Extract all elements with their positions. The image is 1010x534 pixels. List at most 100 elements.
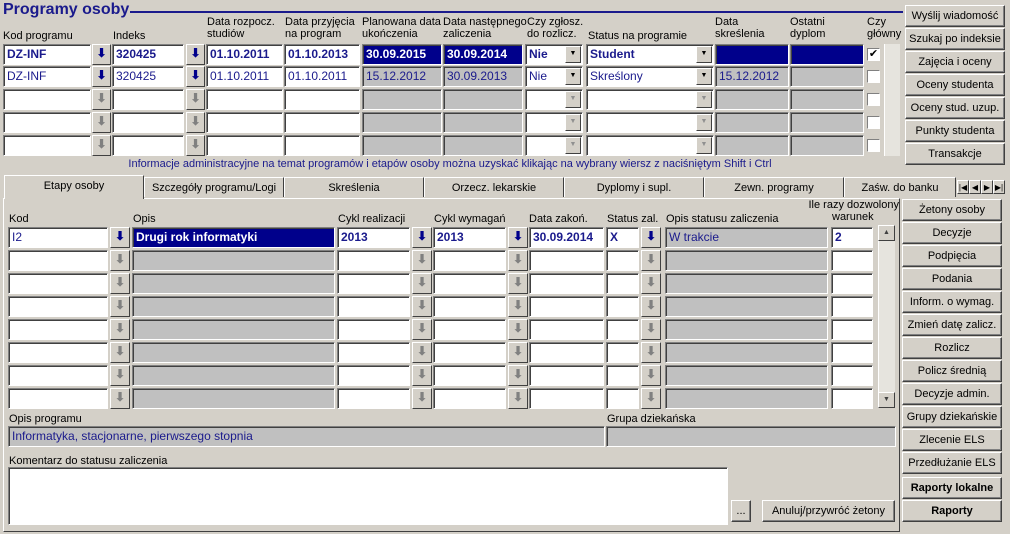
etap-opis-field[interactable] <box>132 250 335 271</box>
first-tab-icon[interactable]: |◀ <box>957 180 969 194</box>
opis-programu-field[interactable]: Informatyka, stacjonarne, pierwszego sto… <box>8 426 605 447</box>
last-tab-icon[interactable]: ▶| <box>993 180 1005 194</box>
etap-kod-field[interactable] <box>8 250 108 271</box>
row4-dyplom-field[interactable] <box>790 112 864 133</box>
etap-kod-field[interactable] <box>8 319 108 340</box>
inform-o-wymag-button[interactable]: Inform. o wymag. <box>902 291 1002 313</box>
etap-cykl-wym-field[interactable]: 2013 <box>433 227 506 248</box>
etap-data-zak-field[interactable] <box>529 319 604 340</box>
next-tab-icon[interactable]: ▶ <box>981 180 993 194</box>
etap-status-zal-field[interactable] <box>606 365 639 386</box>
etap-status-zal-field[interactable] <box>606 250 639 271</box>
chevron-down-icon[interactable]: ▼ <box>696 91 712 108</box>
row5-zglosz-select[interactable]: ▼ <box>525 135 583 156</box>
chevron-down-icon[interactable]: ▼ <box>696 114 712 131</box>
row1-indeks-field[interactable]: 320425 <box>112 44 184 65</box>
download-arrow-icon[interactable]: ⬇ <box>92 135 111 156</box>
row3-kod-field[interactable] <box>3 89 91 110</box>
student-grades-button[interactable]: Oceny studenta <box>905 74 1005 96</box>
row4-skresl-field[interactable] <box>715 112 789 133</box>
download-arrow-icon[interactable]: ⬇ <box>508 319 528 340</box>
komentarz-textarea[interactable] <box>8 467 728 525</box>
download-arrow-icon[interactable]: ⬇ <box>412 319 432 340</box>
row4-kod-field[interactable] <box>3 112 91 133</box>
row5-nast-field[interactable] <box>443 135 523 156</box>
etap-cykl-real-field[interactable] <box>337 296 410 317</box>
download-arrow-icon[interactable]: ⬇ <box>110 273 130 294</box>
row5-dyplom-field[interactable] <box>790 135 864 156</box>
etap-status-zal-field[interactable] <box>606 273 639 294</box>
tab-etapy-osoby[interactable]: Etapy osoby <box>4 175 144 199</box>
etap-cykl-real-field[interactable] <box>337 388 410 409</box>
etap-opis-field[interactable] <box>132 273 335 294</box>
etap-data-zak-field[interactable] <box>529 296 604 317</box>
etap-opis-field[interactable] <box>132 365 335 386</box>
row4-glowny-checkbox[interactable] <box>867 116 880 129</box>
etap-data-zak-field[interactable]: 30.09.2014 <box>529 227 604 248</box>
chevron-down-icon[interactable]: ▼ <box>696 137 712 154</box>
ellipsis-button[interactable]: ... <box>731 500 751 522</box>
scroll-down-icon[interactable]: ▼ <box>878 392 895 408</box>
przedluzanie-els-button[interactable]: Przedłużanie ELS <box>902 452 1002 474</box>
row1-skresl-field[interactable] <box>715 44 789 65</box>
etap-opis-statusu-field[interactable] <box>665 250 828 271</box>
download-arrow-icon[interactable]: ⬇ <box>92 112 111 133</box>
etap-opis-statusu-field[interactable] <box>665 296 828 317</box>
row3-dyplom-field[interactable] <box>790 89 864 110</box>
row1-rozp-field[interactable]: 01.10.2011 <box>206 44 283 65</box>
row1-status-select[interactable]: Student ▼ <box>586 44 714 65</box>
send-message-button[interactable]: Wyślij wiadomość <box>905 5 1005 27</box>
download-arrow-icon[interactable]: ⬇ <box>412 365 432 386</box>
supplementary-grades-button[interactable]: Oceny stud. uzup. <box>905 97 1005 119</box>
etap-data-zak-field[interactable] <box>529 365 604 386</box>
row2-skresl-field[interactable]: 15.12.2012 <box>715 66 789 87</box>
download-arrow-icon[interactable]: ⬇ <box>508 365 528 386</box>
chevron-down-icon[interactable]: ▼ <box>565 114 581 131</box>
row2-nast-field[interactable]: 30.09.2013 <box>443 66 523 87</box>
row3-glowny-checkbox[interactable] <box>867 93 880 106</box>
raporty-lokalne-button[interactable]: Raporty lokalne <box>902 477 1002 499</box>
download-arrow-icon[interactable]: ⬇ <box>641 319 661 340</box>
etap-data-zak-field[interactable] <box>529 342 604 363</box>
etap-kod-field[interactable] <box>8 365 108 386</box>
chevron-down-icon[interactable]: ▼ <box>565 137 581 154</box>
anuluj-przywroc-zetony-button[interactable]: Anuluj/przywróć żetony <box>762 500 895 522</box>
etap-ile-razy-field[interactable] <box>831 365 873 386</box>
download-arrow-icon[interactable]: ⬇ <box>412 342 432 363</box>
student-points-button[interactable]: Punkty studenta <box>905 120 1005 142</box>
download-arrow-icon[interactable]: ⬇ <box>110 296 130 317</box>
download-arrow-icon[interactable]: ⬇ <box>641 227 661 248</box>
decyzje-admin-button[interactable]: Decyzje admin. <box>902 383 1002 405</box>
row2-plan-field[interactable]: 15.12.2012 <box>362 66 442 87</box>
etapy-scrollbar[interactable] <box>878 225 895 408</box>
row3-indeks-field[interactable] <box>112 89 184 110</box>
etap-opis-field[interactable] <box>132 296 335 317</box>
tab-orzeczenia[interactable]: Orzecz. lekarskie <box>424 177 564 197</box>
etap-cykl-real-field[interactable]: 2013 <box>337 227 410 248</box>
etap-cykl-wym-field[interactable] <box>433 388 506 409</box>
chevron-down-icon[interactable]: ▼ <box>696 68 712 85</box>
download-arrow-icon[interactable]: ⬇ <box>641 250 661 271</box>
etap-status-zal-field[interactable]: X <box>606 227 639 248</box>
chevron-down-icon[interactable]: ▼ <box>565 68 581 85</box>
row5-plan-field[interactable] <box>362 135 442 156</box>
row4-zglosz-select[interactable]: ▼ <box>525 112 583 133</box>
row3-skresl-field[interactable] <box>715 89 789 110</box>
row5-przyj-field[interactable] <box>284 135 360 156</box>
zlecenie-els-button[interactable]: Zlecenie ELS <box>902 429 1002 451</box>
row1-przyj-field[interactable]: 01.10.2013 <box>284 44 360 65</box>
etap-kod-field[interactable] <box>8 296 108 317</box>
row4-indeks-field[interactable] <box>112 112 184 133</box>
etap-cykl-wym-field[interactable] <box>433 319 506 340</box>
download-arrow-icon[interactable]: ⬇ <box>641 342 661 363</box>
row3-rozp-field[interactable] <box>206 89 283 110</box>
download-arrow-icon[interactable]: ⬇ <box>412 227 432 248</box>
row2-przyj-field[interactable]: 01.10.2011 <box>284 66 360 87</box>
etap-opis-statusu-field[interactable]: W trakcie <box>665 227 828 248</box>
row3-przyj-field[interactable] <box>284 89 360 110</box>
policz-srednia-button[interactable]: Policz średnią <box>902 360 1002 382</box>
row1-nast-field[interactable]: 30.09.2014 <box>443 44 523 65</box>
chevron-down-icon[interactable]: ▼ <box>565 91 581 108</box>
row1-glowny-checkbox[interactable]: ✔ <box>867 48 880 61</box>
etap-ile-razy-field[interactable] <box>831 342 873 363</box>
